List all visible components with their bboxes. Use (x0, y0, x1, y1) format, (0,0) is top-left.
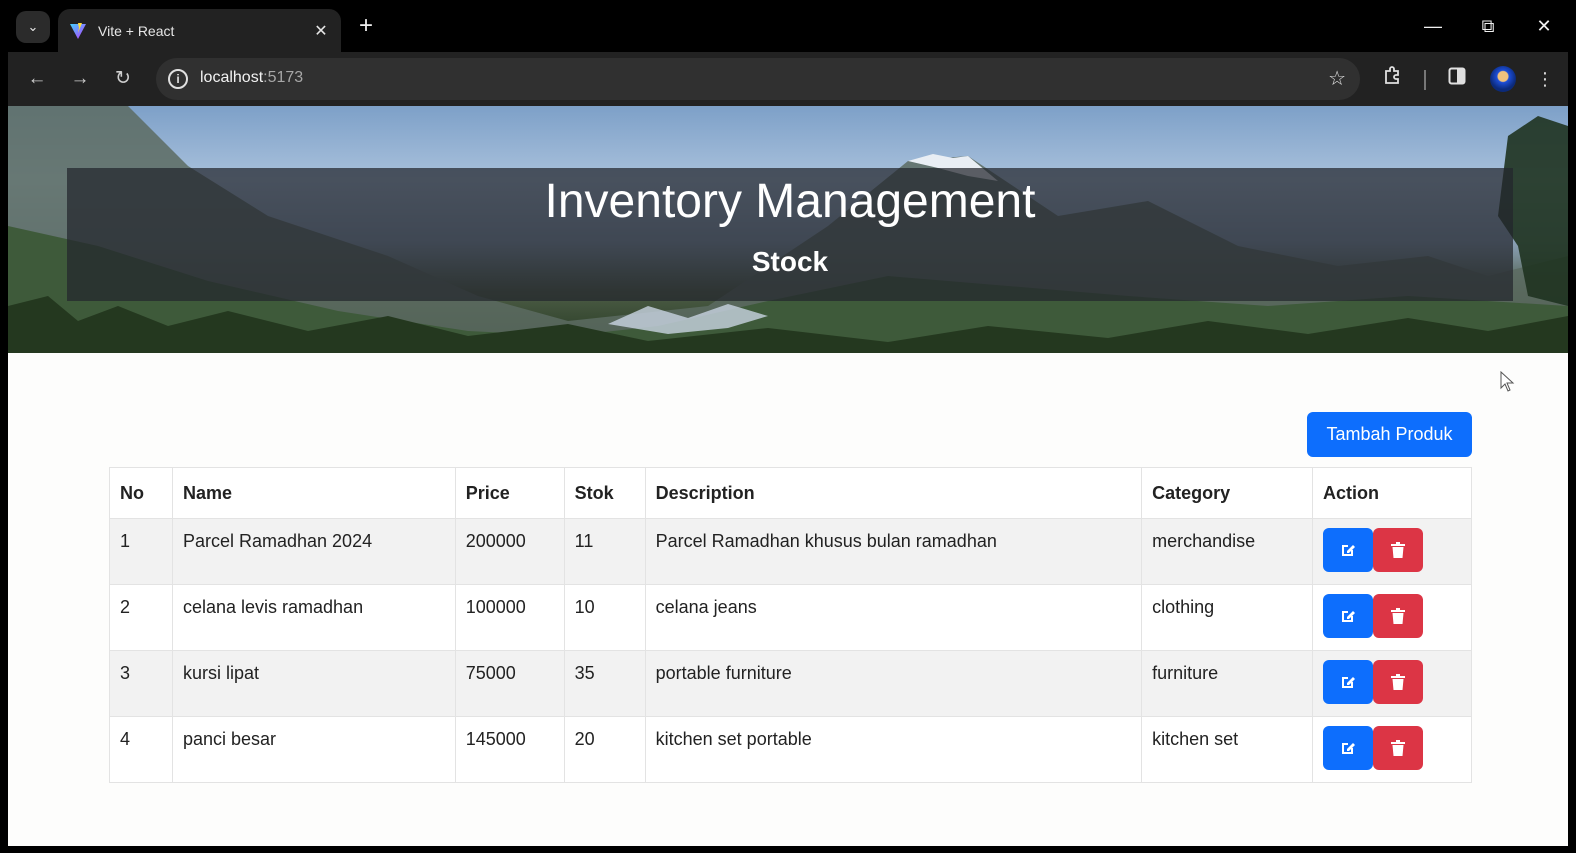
pen-to-square-icon (1342, 677, 1356, 688)
column-header-price: Price (454, 467, 565, 519)
side-panel-icon[interactable] (1442, 64, 1472, 94)
header-banner: Inventory Management Stock (8, 106, 1568, 353)
column-header-description: Description (644, 467, 1143, 519)
cell-no: 2 (109, 584, 173, 651)
bookmark-star-icon[interactable]: ☆ (1328, 66, 1346, 91)
url-port: :5173 (263, 69, 304, 86)
column-header-no: No (109, 467, 173, 519)
cell-category: merchandise (1141, 518, 1314, 585)
cell-category: clothing (1141, 584, 1314, 651)
cell-action (1312, 650, 1472, 717)
cell-stok: 20 (563, 716, 646, 783)
column-header-name: Name (171, 467, 456, 519)
cell-name: panci besar (171, 716, 456, 783)
edit-button[interactable] (1323, 528, 1374, 572)
pen-to-square-icon (1342, 743, 1356, 754)
cell-no: 1 (109, 518, 173, 585)
table-row: 1 Parcel Ramadhan 2024 200000 11 Parcel … (109, 518, 1472, 585)
inventory-table: No Name Price Stok Description Category … (109, 467, 1472, 783)
vite-logo-icon (68, 21, 88, 41)
page-subtitle: Stock (751, 246, 829, 277)
cell-stok: 10 (563, 584, 646, 651)
cell-no: 3 (109, 650, 173, 717)
table-row: 4 panci besar 145000 20 kitchen set port… (109, 716, 1472, 783)
extensions-icon[interactable] (1378, 64, 1408, 94)
tab-search-button[interactable]: ⌄ (16, 11, 50, 43)
add-product-button[interactable]: Tambah Produk (1307, 412, 1472, 457)
forward-button[interactable]: → (65, 64, 95, 94)
back-button[interactable]: ← (22, 64, 52, 94)
trash-icon (1391, 542, 1406, 558)
cell-stok: 11 (563, 518, 646, 585)
delete-button[interactable] (1373, 726, 1424, 770)
cell-no: 4 (109, 716, 173, 783)
trash-icon (1391, 608, 1406, 624)
column-header-category: Category (1141, 467, 1314, 519)
toolbar-separator (1424, 70, 1426, 90)
restore-button[interactable]: ⧉ (1473, 12, 1503, 40)
cell-description: kitchen set portable (644, 716, 1143, 783)
cell-category: kitchen set (1141, 716, 1314, 783)
minimize-button[interactable]: — (1418, 12, 1448, 40)
header-overlay: Inventory Management Stock (67, 168, 1513, 301)
browser-toolbar: ← → ↻ i localhost:5173 ☆ ⋮ (8, 52, 1568, 106)
cell-stok: 35 (563, 650, 646, 717)
browser-menu-icon[interactable]: ⋮ (1530, 64, 1560, 94)
cell-price: 145000 (454, 716, 565, 783)
table-header-row: No Name Price Stok Description Category … (109, 467, 1472, 519)
page-title: Inventory Management (544, 175, 1036, 228)
browser-tab[interactable]: Vite + React ✕ (58, 9, 341, 52)
mouse-cursor-icon (1500, 371, 1515, 392)
page-viewport: Inventory Management Stock Tambah Produk… (8, 106, 1568, 846)
table-row: 3 kursi lipat 75000 35 portable furnitur… (109, 650, 1472, 717)
address-bar[interactable]: i localhost:5173 ☆ (156, 58, 1360, 100)
cell-action (1312, 518, 1472, 585)
cell-description: portable furniture (644, 650, 1143, 717)
edit-button[interactable] (1323, 726, 1374, 770)
cell-description: celana jeans (644, 584, 1143, 651)
close-tab-icon[interactable]: ✕ (311, 21, 331, 41)
delete-button[interactable] (1373, 660, 1424, 704)
edit-button[interactable] (1323, 660, 1374, 704)
trash-icon (1391, 674, 1406, 690)
cell-price: 100000 (454, 584, 565, 651)
trash-icon (1391, 740, 1406, 756)
cell-price: 75000 (454, 650, 565, 717)
column-header-stok: Stok (563, 467, 646, 519)
cell-price: 200000 (454, 518, 565, 585)
site-info-icon[interactable]: i (168, 69, 188, 89)
url-host: localhost (200, 69, 264, 86)
chevron-down-icon: ⌄ (27, 19, 39, 34)
url-text: localhost:5173 (200, 69, 303, 87)
cell-name: kursi lipat (171, 650, 456, 717)
column-header-action: Action (1312, 467, 1472, 519)
tab-title: Vite + React (98, 22, 175, 39)
cell-action (1312, 716, 1472, 783)
cell-description: Parcel Ramadhan khusus bulan ramadhan (644, 518, 1143, 585)
reload-button[interactable]: ↻ (108, 64, 138, 94)
delete-button[interactable] (1373, 594, 1424, 638)
cell-name: Parcel Ramadhan 2024 (171, 518, 456, 585)
pen-to-square-icon (1342, 545, 1356, 556)
table-row: 2 celana levis ramadhan 100000 10 celana… (109, 584, 1472, 651)
profile-avatar[interactable] (1490, 66, 1516, 92)
cell-category: furniture (1141, 650, 1314, 717)
cell-name: celana levis ramadhan (171, 584, 456, 651)
new-tab-button[interactable]: + (352, 12, 380, 40)
pen-to-square-icon (1342, 611, 1356, 622)
browser-tab-bar: ⌄ Vite + React ✕ + — ⧉ ✕ (0, 0, 1576, 52)
delete-button[interactable] (1373, 528, 1424, 572)
cell-action (1312, 584, 1472, 651)
close-window-button[interactable]: ✕ (1529, 12, 1559, 40)
edit-button[interactable] (1323, 594, 1374, 638)
